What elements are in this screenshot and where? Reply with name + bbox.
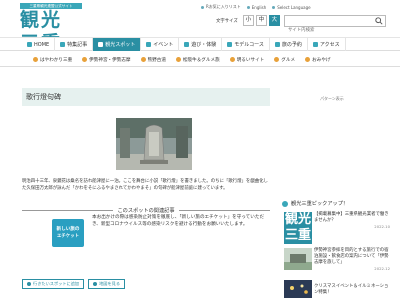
pickup-item[interactable]: 【掲載募集中】三重県観光業者で働きませんか？ 2022.10: [314, 212, 390, 230]
spot-photo: [116, 118, 192, 170]
nav-access[interactable]: アクセス: [308, 38, 346, 51]
food-icon: [175, 57, 181, 62]
etiquette-line1: 新しい旅の: [56, 227, 80, 232]
pickup-date: 2022.10: [374, 224, 390, 229]
nav-features[interactable]: 特集記事: [55, 38, 94, 51]
shrine-icon: [82, 57, 88, 62]
top-link-favorites[interactable]: Rお気に入りリスト: [201, 4, 241, 10]
article-icon: [60, 42, 66, 47]
gourmet-icon: [274, 57, 280, 62]
spot-description: 明治四十三年、泉鏡花は桑名を訪れ船津屋に一泊。ここを舞台に小説「歌行燈」を書きま…: [22, 179, 268, 191]
search-icon[interactable]: [375, 17, 383, 25]
pickup-item[interactable]: 伊勢神宮参拝を目的とする旅行での宿泊施設・飲食店の案内について「伊勢志摩を旅して…: [314, 248, 390, 272]
nav-spots[interactable]: 観光スポット: [93, 38, 142, 51]
top-links: Rお気に入りリスト English Select Language: [201, 3, 311, 11]
car-icon: [312, 42, 318, 47]
related-heading: このスポットの関連記事: [22, 206, 271, 214]
activity-icon: [184, 42, 190, 47]
breadcrumb[interactable]: パターン表示: [320, 96, 344, 102]
pickup-title: 観光三重ピックアップ！: [282, 200, 348, 207]
search-input[interactable]: [285, 25, 373, 36]
pickup-thumbnail[interactable]: [284, 248, 312, 270]
info-icon: [33, 57, 38, 62]
nav-model-courses[interactable]: モデルコース: [222, 38, 270, 51]
subnav-ise[interactable]: 伊勢神宮・伊勢志摩: [77, 53, 135, 66]
route-icon: [227, 42, 233, 47]
calendar-icon: [274, 42, 280, 47]
font-size-small-button[interactable]: 小: [242, 15, 254, 26]
site-search: [284, 15, 386, 36]
pickup-icon: [282, 200, 288, 207]
etiquette-notice[interactable]: 本お出かけの際は感染防止対策を徹底し、「新しい旅のエチケット」を守っていただき、…: [92, 214, 270, 228]
divider: [22, 209, 114, 211]
font-size-control: 文字サイズ 小 中 大: [216, 15, 280, 26]
subnav-matsusaka[interactable]: 松阪牛＆グルメ旅: [171, 53, 225, 66]
nav-activities[interactable]: 遊び・体験: [179, 38, 223, 51]
etiquette-line2: エチケット: [57, 234, 79, 239]
camera-icon: [98, 42, 104, 47]
related-heading-text: このスポットの関連記事: [117, 207, 175, 214]
site-header: 三重県観光連盟公式サイト 観光三重 Rお気に入りリスト English Sele…: [0, 0, 400, 54]
pickup-thumbnail[interactable]: [284, 280, 312, 298]
subnav-kumano[interactable]: 熊野古道: [136, 53, 171, 66]
page-title: 歌行燈句碑: [26, 93, 61, 101]
pickup-item[interactable]: クリスマスイベント＆イルミネーション特集！: [314, 284, 390, 296]
star-icon: [146, 42, 152, 47]
globe-icon: [246, 6, 250, 9]
subnav-bright[interactable]: 明るいサイト: [225, 53, 270, 66]
nav-home[interactable]: HOME: [22, 38, 56, 51]
font-size-medium-button[interactable]: 中: [255, 15, 267, 26]
home-icon: [27, 42, 32, 47]
font-size-label: 文字サイズ: [216, 18, 238, 24]
subnav-souvenir[interactable]: おみやげ: [300, 53, 335, 66]
subnav-gourmet[interactable]: グルメ: [269, 53, 300, 66]
path-icon: [140, 57, 146, 62]
gift-icon: [305, 57, 311, 62]
font-size-large-button[interactable]: 大: [268, 15, 280, 26]
nav-reservation[interactable]: 旅の予約: [270, 38, 308, 51]
main-nav: HOME 特集記事 観光スポット イベント 遊び・体験 モデルコース 旅の予約 …: [0, 37, 400, 51]
light-icon: [229, 57, 235, 62]
nav-events[interactable]: イベント: [141, 38, 180, 51]
page-title-bar: 歌行燈句碑: [22, 88, 270, 106]
divider: [178, 209, 271, 211]
etiquette-banner[interactable]: 新しい旅の エチケット: [52, 219, 84, 247]
heart-icon: [201, 5, 204, 9]
add-to-wishlist-button[interactable]: 行きたいスポットに追加: [22, 279, 85, 289]
action-buttons: 行きたいスポットに追加 地図を見る: [22, 279, 126, 289]
sidebar-logo[interactable]: 観光三重: [284, 212, 312, 244]
heart-icon: [27, 282, 31, 286]
view-map-button[interactable]: 地図を見る: [88, 279, 126, 289]
top-link-english[interactable]: English: [246, 5, 266, 10]
map-pin-icon: [93, 282, 98, 286]
subnav-overview[interactable]: はやわかり三重: [28, 53, 77, 66]
sub-nav: はやわかり三重 伊勢神宮・伊勢志摩 熊野古道 松阪牛＆グルメ旅 明るいサイト グ…: [0, 53, 400, 67]
pickup-date: 2022.12: [374, 266, 390, 271]
top-link-language[interactable]: Select Language: [272, 5, 311, 10]
language-icon: [272, 6, 276, 9]
